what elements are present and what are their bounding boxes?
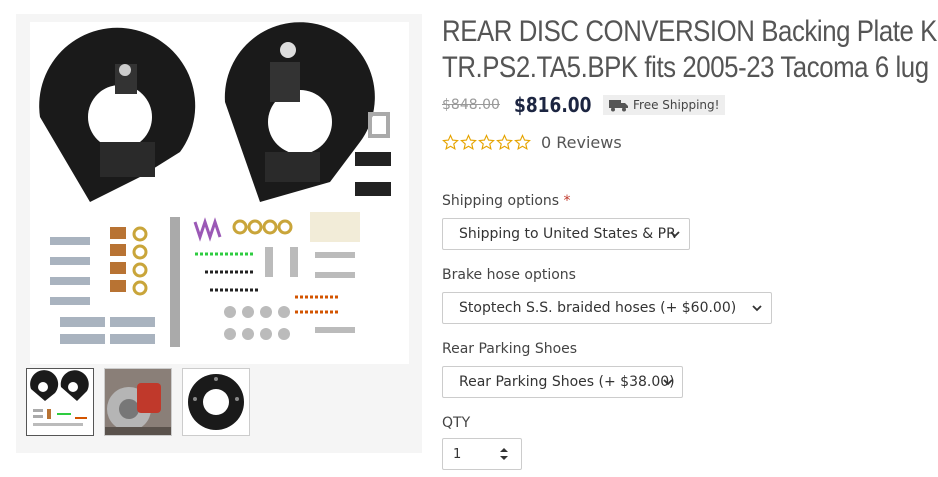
- shipping-options-select[interactable]: Shipping to United States & PR: [442, 218, 690, 250]
- truck-icon: [609, 99, 628, 111]
- chevron-down-icon: [670, 231, 680, 238]
- brake-hose-value: Stoptech S.S. braided hoses (+ $60.00): [459, 300, 737, 316]
- star-outline-icon: [478, 134, 495, 151]
- brake-hose-select[interactable]: Stoptech S.S. braided hoses (+ $60.00): [442, 292, 772, 324]
- shipping-options-label-text: Shipping options: [442, 193, 560, 209]
- thumbnail-strip: [26, 368, 250, 436]
- thumb-red-caliper[interactable]: [104, 368, 172, 436]
- chevron-down-icon: [663, 379, 673, 386]
- old-price: $848.00: [442, 97, 500, 113]
- title-line-1: REAR DISC CONVERSION Backing Plate Kit /: [442, 15, 938, 48]
- free-shipping-text: Free Shipping!: [633, 98, 720, 112]
- star-outline-icon: [442, 134, 459, 151]
- parking-shoes-select[interactable]: Rear Parking Shoes (+ $38.00): [442, 366, 683, 398]
- brake-hose-label: Brake hose options: [442, 267, 576, 283]
- star-outline-icon: [496, 134, 513, 151]
- product-title: REAR DISC CONVERSION Backing Plate Kit /…: [442, 14, 938, 86]
- star-outline-icon: [460, 134, 477, 151]
- qty-input[interactable]: 1: [442, 438, 522, 470]
- star-rating[interactable]: [442, 134, 531, 151]
- main-product-image[interactable]: [30, 22, 409, 364]
- qty-value: 1: [453, 446, 462, 462]
- thumb-backing-plate[interactable]: [182, 368, 250, 436]
- star-outline-icon: [514, 134, 531, 151]
- required-mark: *: [563, 193, 571, 209]
- shipping-options-value: Shipping to United States & PR: [459, 226, 676, 242]
- chevron-down-icon: [752, 305, 762, 312]
- thumb-parts-kit[interactable]: [26, 368, 94, 436]
- shipping-options-label: Shipping options *: [442, 193, 571, 209]
- title-line-2: TR.PS2.TA5.BPK fits 2005-23 Tacoma 6 lug: [442, 51, 929, 84]
- parking-shoes-value: Rear Parking Shoes (+ $38.00): [459, 374, 675, 390]
- current-price: $816.00: [513, 93, 592, 117]
- spinner-icon[interactable]: [499, 447, 509, 461]
- free-shipping-badge: Free Shipping!: [603, 95, 726, 115]
- price-row: $848.00 $816.00 Free Shipping!: [442, 93, 726, 117]
- parking-shoes-label: Rear Parking Shoes: [442, 341, 578, 357]
- product-gallery: [16, 14, 422, 453]
- reviews-link[interactable]: 0 Reviews: [541, 133, 622, 152]
- rating-row: 0 Reviews: [442, 133, 622, 152]
- qty-label: QTY: [442, 415, 471, 431]
